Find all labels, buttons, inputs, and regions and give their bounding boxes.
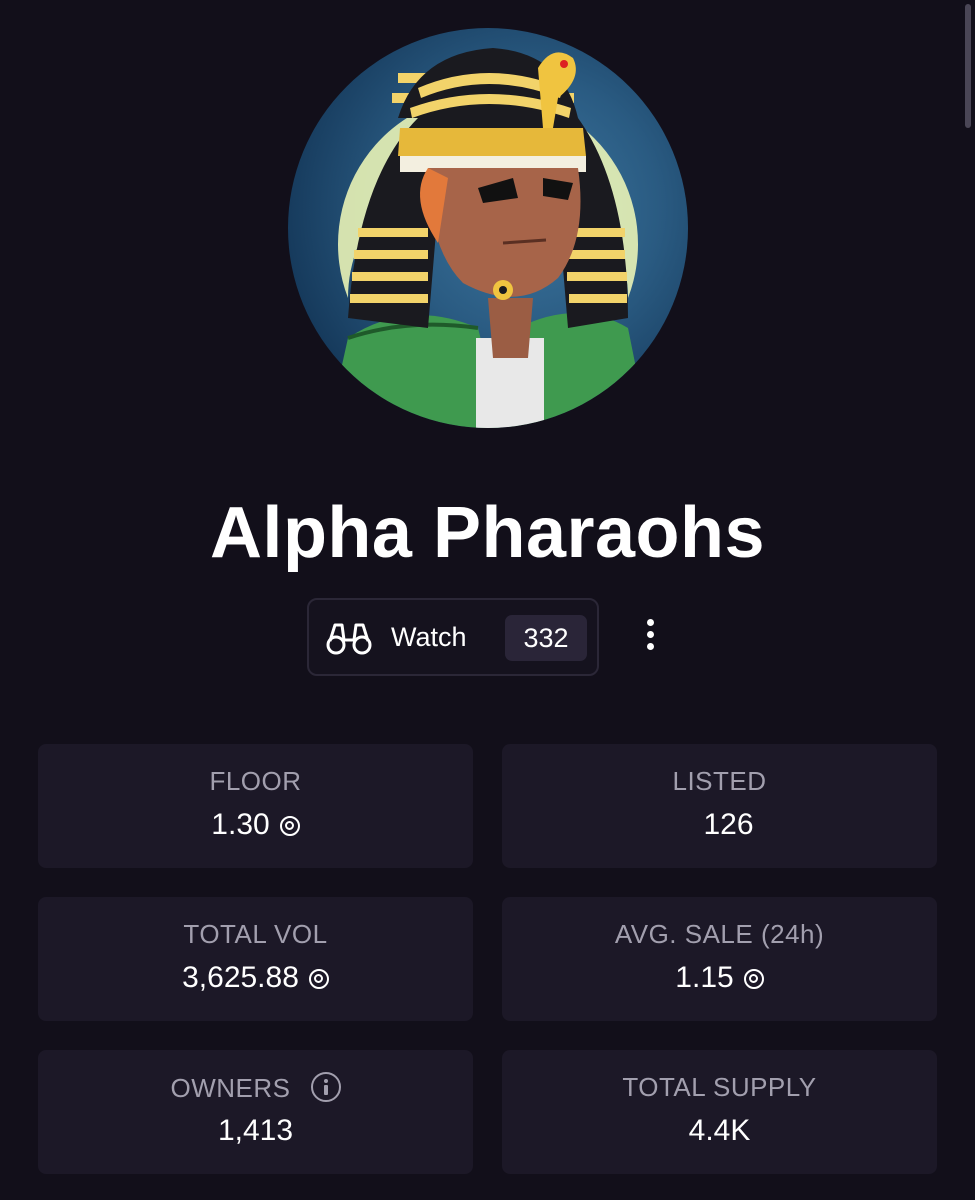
info-icon[interactable] — [310, 1072, 341, 1102]
watch-label: Watch — [391, 622, 467, 652]
more-options-icon[interactable] — [636, 614, 664, 658]
stat-label: OWNERS — [38, 1072, 473, 1104]
collection-page: Alpha Pharaohs Watch 332 FLOOR 1.30 LIST… — [0, 0, 975, 1200]
stat-label: AVG. SALE (24h) — [614, 919, 825, 949]
stat-total-supply: TOTAL SUPPLY 4.4K — [502, 1050, 937, 1174]
binoculars-icon — [326, 623, 372, 655]
stat-label: FLOOR — [209, 766, 302, 796]
stat-label: TOTAL VOL — [183, 919, 328, 949]
stat-listed: LISTED 126 — [502, 744, 937, 868]
stat-value: 3,625.88 — [38, 961, 473, 995]
sol-currency-icon — [279, 816, 300, 836]
stat-floor: FLOOR 1.30 — [38, 744, 473, 868]
stat-value: 1,413 — [217, 1114, 294, 1147]
stat-label: TOTAL SUPPLY — [622, 1072, 817, 1102]
collection-avatar — [288, 28, 688, 428]
stat-owners: OWNERS 1,413 — [38, 1050, 473, 1174]
scrollbar[interactable] — [965, 4, 971, 128]
stat-value: 1.30 — [38, 808, 473, 842]
watch-button[interactable]: Watch 332 — [307, 598, 599, 676]
stat-total-vol: TOTAL VOL 3,625.88 — [38, 897, 473, 1021]
collection-title: Alpha Pharaohs — [209, 493, 766, 573]
watch-count-badge: 332 — [505, 615, 587, 661]
stat-value: 1.15 — [502, 961, 937, 995]
stat-value: 126 — [703, 808, 754, 841]
stat-value: 4.4K — [688, 1114, 751, 1147]
sol-currency-icon — [308, 969, 329, 989]
sol-currency-icon — [743, 969, 764, 989]
stat-label: LISTED — [672, 766, 767, 796]
stat-avg-sale: AVG. SALE (24h) 1.15 — [502, 897, 937, 1021]
